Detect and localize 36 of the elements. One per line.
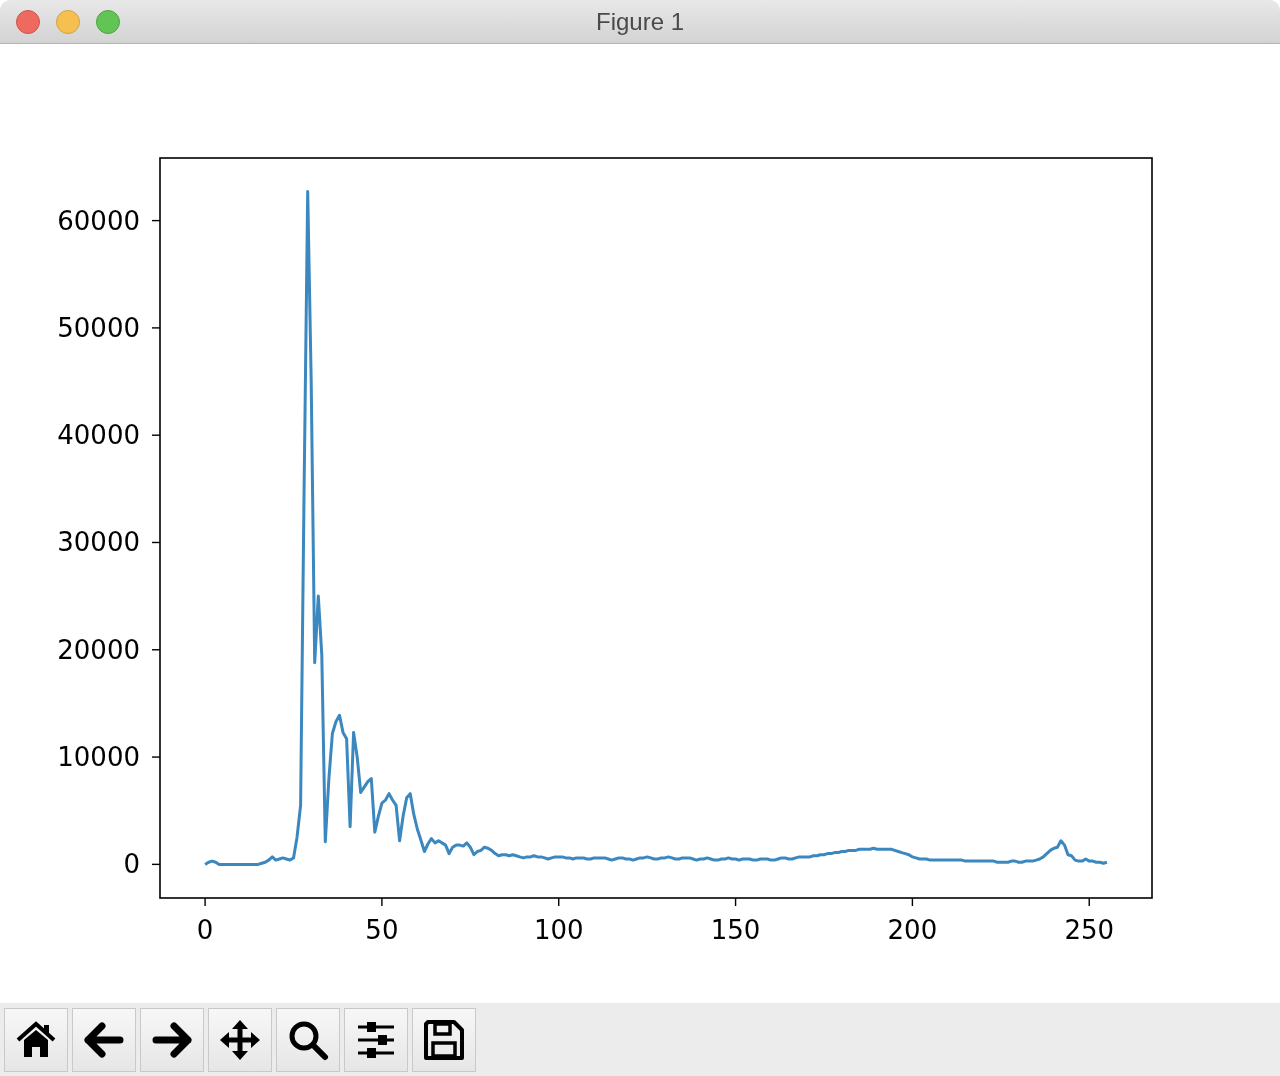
toolbar-button[interactable] [140,1008,204,1072]
toolbar-button[interactable] [72,1008,136,1072]
tick-mark [911,897,914,907]
x-tick-label: 50 [365,915,399,945]
x-tick-label: 100 [533,915,584,945]
y-tick-label: 10000 [57,742,140,773]
tick-mark [151,649,161,651]
tick-mark [151,434,161,436]
x-tick-label: 0 [196,915,214,945]
close-button[interactable] [16,10,40,34]
tick-mark [151,219,161,222]
x-tick-label: 150 [710,915,761,945]
tick-mark [151,863,161,866]
toolbar-button[interactable] [276,1008,340,1072]
tick-mark [734,897,737,907]
y-tick-label: 50000 [57,312,140,343]
y-tick-label: 40000 [57,420,140,451]
toolbar-button[interactable] [4,1008,68,1072]
tick-mark [1088,897,1090,907]
move-icon [218,1018,262,1062]
tick-mark [151,756,161,758]
y-tick-label: 0 [123,849,140,880]
tick-mark [151,541,161,544]
tick-mark [204,897,206,907]
y-tick-label: 30000 [57,527,140,558]
x-tick-label: 250 [1064,915,1115,945]
x-tick-label: 200 [887,915,938,945]
y-tick-label: 20000 [57,634,140,665]
y-tick-label: 60000 [57,205,140,236]
window-title: Figure 1 [595,7,684,36]
toolbar-button[interactable] [208,1008,272,1072]
tick-mark [151,327,161,329]
tick-mark [381,897,383,907]
toolbar-button[interactable] [344,1008,408,1072]
tick-mark [558,897,560,907]
toolbar-button[interactable] [412,1008,476,1072]
